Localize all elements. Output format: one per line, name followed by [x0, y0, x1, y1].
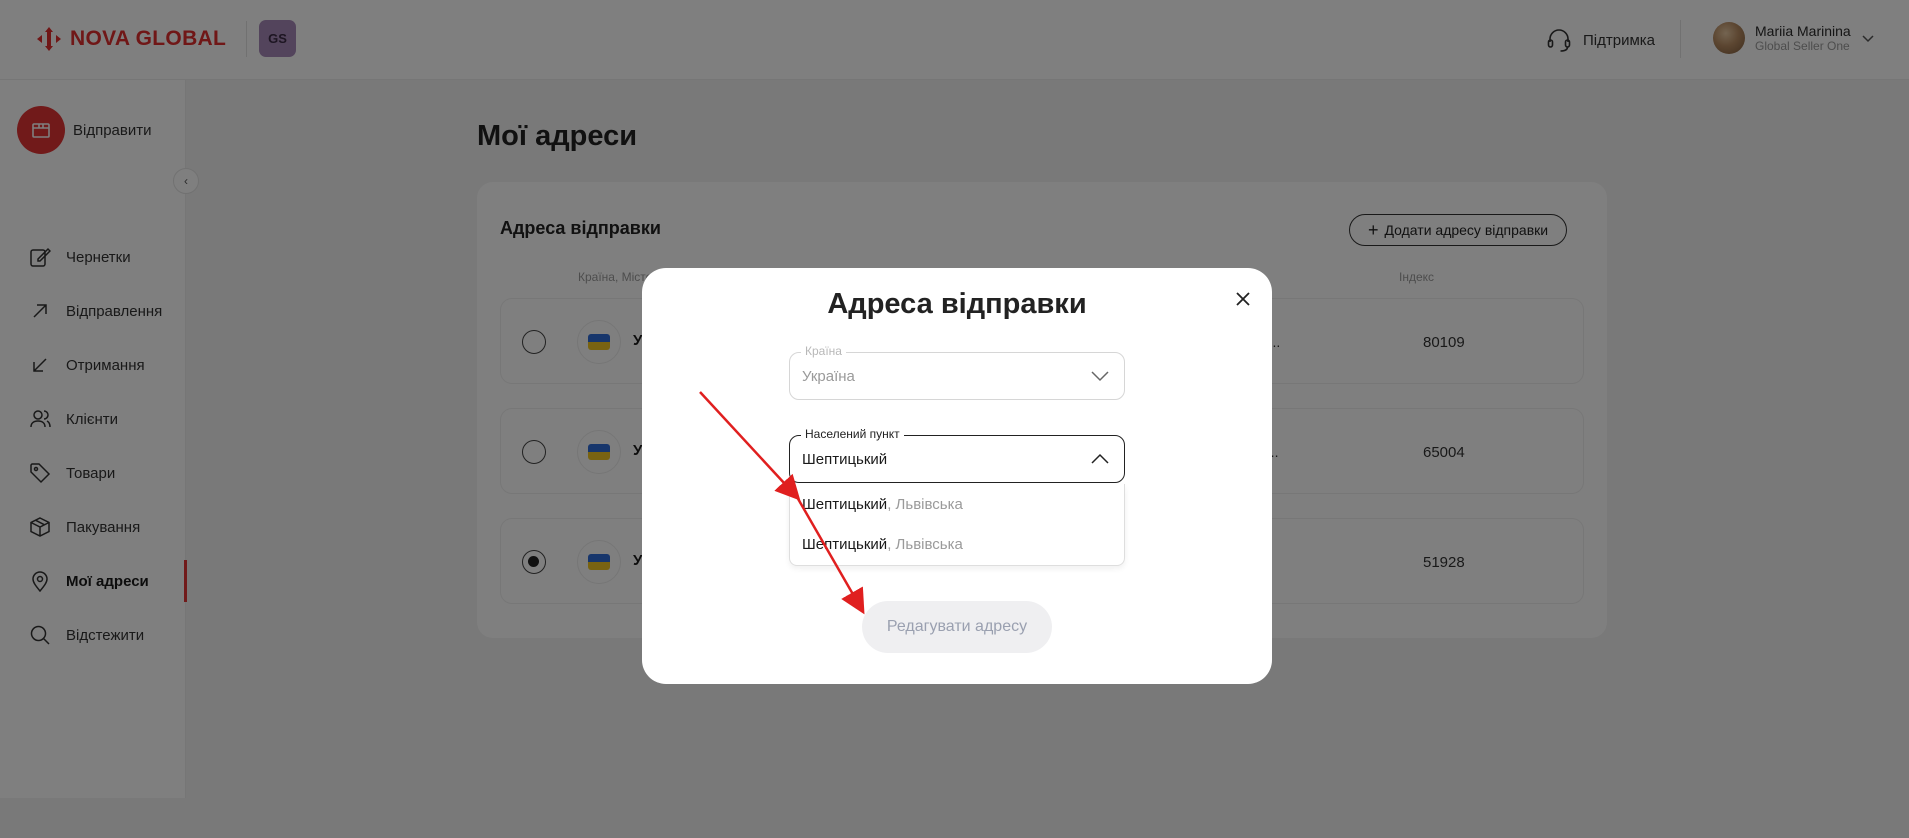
city-input[interactable]: Населений пункт Шептицький — [789, 427, 1125, 483]
country-value: Україна — [802, 368, 855, 385]
country-select: Країна Україна — [789, 344, 1125, 400]
city-label: Населений пункт — [801, 427, 904, 441]
edit-address-button[interactable]: Редагувати адресу — [862, 601, 1052, 653]
chevron-up-icon[interactable] — [1090, 452, 1110, 466]
address-modal: Адреса відправки Країна Україна Населени… — [642, 268, 1272, 684]
modal-title: Адреса відправки — [827, 288, 1087, 320]
country-label: Країна — [801, 344, 846, 358]
close-icon[interactable] — [1232, 288, 1254, 310]
city-value: Шептицький — [802, 451, 888, 468]
city-option[interactable]: Шептицький, Львівська — [790, 484, 1124, 524]
city-option[interactable]: Шептицький, Львівська — [790, 524, 1124, 564]
option-city: Шептицький — [802, 495, 888, 513]
option-region: , Львівська — [887, 535, 963, 553]
chevron-down-icon — [1091, 371, 1109, 382]
option-city: Шептицький — [802, 535, 888, 553]
city-dropdown: Шептицький, Львівська Шептицький, Львівс… — [789, 484, 1125, 566]
option-region: , Львівська — [887, 495, 963, 513]
